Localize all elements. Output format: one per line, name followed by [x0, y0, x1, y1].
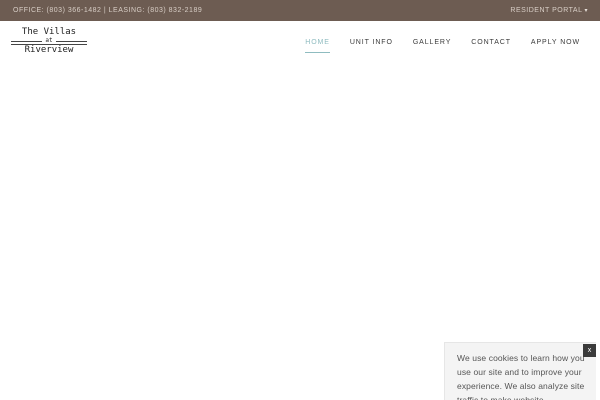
site-header: The Villas at Riverview HOME UNIT INFO G… — [0, 21, 600, 65]
resident-portal-dropdown[interactable]: RESIDENT PORTAL ▾ — [510, 7, 588, 14]
top-bar: OFFICE: (803) 366-1482 | LEASING: (803) … — [0, 0, 600, 21]
site-logo[interactable]: The Villas at Riverview — [11, 27, 87, 60]
resident-portal-label: RESIDENT PORTAL — [510, 7, 583, 14]
main-navigation: HOME UNIT INFO GALLERY CONTACT APPLY NOW — [295, 21, 590, 65]
logo-line-3: Riverview — [11, 44, 87, 55]
logo-line-2: at — [11, 37, 87, 44]
nav-item-unit-info[interactable]: UNIT INFO — [340, 37, 403, 49]
chevron-down-icon: ▾ — [584, 7, 588, 14]
logo-line-1: The Villas — [21, 27, 77, 37]
nav-item-contact[interactable]: CONTACT — [461, 37, 521, 49]
close-icon[interactable]: x — [583, 344, 596, 357]
cookie-notice-text: We use cookies to learn how you use our … — [457, 353, 585, 400]
nav-item-apply-now[interactable]: APPLY NOW — [521, 37, 590, 49]
cookie-notice: We use cookies to learn how you use our … — [444, 342, 596, 400]
nav-item-gallery[interactable]: GALLERY — [403, 37, 461, 49]
nav-item-home[interactable]: HOME — [295, 37, 340, 53]
contact-phone-numbers[interactable]: OFFICE: (803) 366-1482 | LEASING: (803) … — [13, 7, 202, 14]
